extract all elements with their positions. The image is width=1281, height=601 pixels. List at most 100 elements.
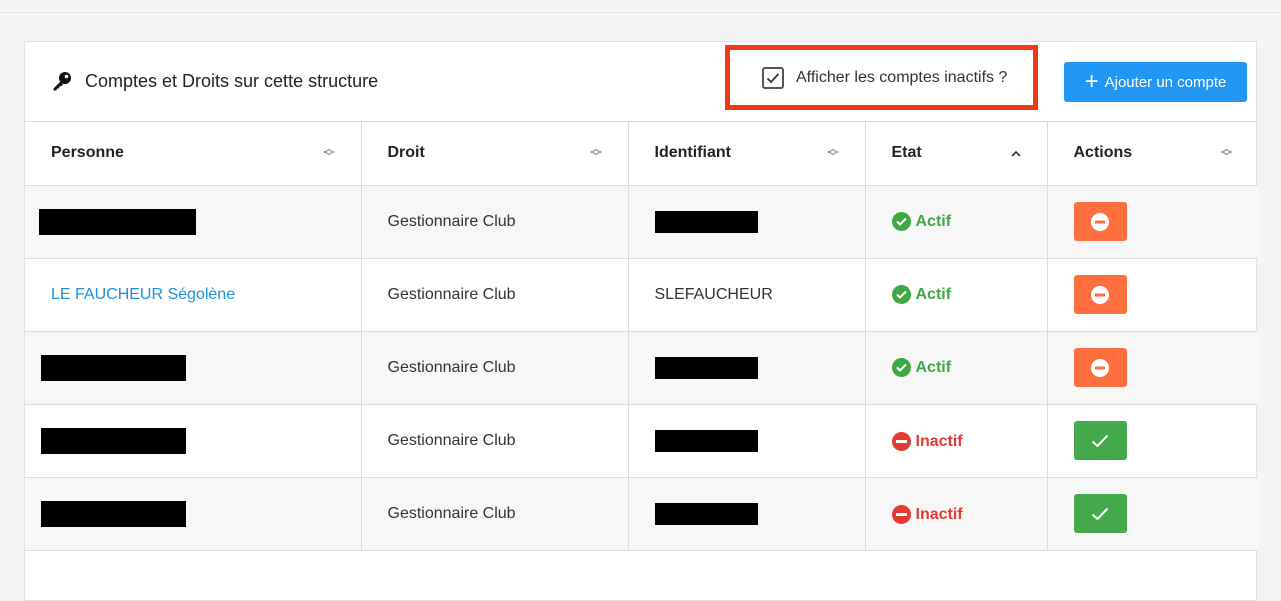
show-inactive-label: Afficher les comptes inactifs ? <box>796 68 1008 86</box>
show-inactive-toggle[interactable]: Afficher les comptes inactifs ? <box>725 45 1038 110</box>
column-label: Droit <box>387 144 425 162</box>
table-row: Gestionnaire Club Actif <box>25 331 1258 405</box>
cell-droit: Gestionnaire Club <box>361 331 629 405</box>
table-row: Gestionnaire Club Inactif <box>25 477 1258 551</box>
status-label: Inactif <box>915 505 963 523</box>
cell-etat: Actif <box>865 185 1048 259</box>
activate-account-button[interactable] <box>1073 421 1127 460</box>
plus-icon: + <box>1084 68 1099 95</box>
cell-droit: Gestionnaire Club <box>361 404 629 478</box>
login-value: SLEFAUCHEUR <box>654 285 773 303</box>
cell-etat: Actif <box>865 331 1048 405</box>
check-circle-icon <box>891 358 911 377</box>
cell-etat: Actif <box>865 258 1048 332</box>
deactivate-account-button[interactable] <box>1073 202 1127 241</box>
accounts-table: Personne ︿ ﹀ Droit ︿ ﹀ Identifiant ︿ ﹀ Etat <box>25 122 1258 551</box>
role-value: Gestionnaire Club <box>387 285 516 303</box>
column-label: Actions <box>1073 144 1133 162</box>
deactivate-account-button[interactable] <box>1073 348 1127 387</box>
cell-actions <box>1047 331 1258 405</box>
status-badge: Inactif <box>891 505 963 524</box>
cell-actions <box>1047 404 1258 478</box>
panel-header: Comptes et Droits sur cette structure Af… <box>25 42 1256 122</box>
role-value: Gestionnaire Club <box>387 504 516 522</box>
cell-identifiant: SLEFAUCHEUR <box>628 258 866 332</box>
cell-personne <box>25 331 362 405</box>
status-badge: Actif <box>891 358 952 377</box>
redacted-block <box>41 354 186 381</box>
checkmark-icon <box>766 72 780 83</box>
status-label: Actif <box>915 285 952 303</box>
sort-icon[interactable]: ︿ ﹀ <box>591 144 602 163</box>
cell-identifiant <box>628 404 866 478</box>
check-icon <box>1091 434 1109 447</box>
panel-title: Comptes et Droits sur cette structure <box>51 70 378 92</box>
cell-identifiant <box>628 185 866 259</box>
minus-circle-icon <box>891 505 911 524</box>
status-label: Actif <box>915 212 952 230</box>
cell-personne <box>25 404 362 478</box>
redacted-block <box>654 356 758 379</box>
column-header-actions[interactable]: Actions ︿ ﹀ <box>1047 122 1258 186</box>
minus-circle-icon <box>1091 285 1109 304</box>
cell-etat: Inactif <box>865 404 1048 478</box>
check-icon <box>1091 507 1109 520</box>
column-label: Personne <box>51 144 124 162</box>
status-badge: Actif <box>891 212 952 231</box>
minus-circle-icon <box>891 432 911 451</box>
key-icon <box>53 72 71 91</box>
top-divider <box>0 12 1281 13</box>
cell-droit: Gestionnaire Club <box>361 185 629 259</box>
table-row: LE FAUCHEUR Ségolène Gestionnaire Club S… <box>25 258 1258 332</box>
redacted-block <box>41 427 186 454</box>
redacted-block <box>654 210 758 233</box>
redacted-block <box>41 500 186 527</box>
panel-title-text: Comptes et Droits sur cette structure <box>85 70 379 91</box>
table-header-row: Personne ︿ ﹀ Droit ︿ ﹀ Identifiant ︿ ﹀ Etat <box>25 122 1258 186</box>
role-value: Gestionnaire Club <box>387 212 516 230</box>
column-header-etat[interactable]: Etat <box>865 122 1048 186</box>
add-account-button[interactable]: + Ajouter un compte <box>1064 62 1247 102</box>
cell-personne: LE FAUCHEUR Ségolène <box>25 258 362 332</box>
minus-circle-icon <box>1091 358 1109 377</box>
sort-ascending-icon[interactable] <box>1010 146 1021 160</box>
cell-etat: Inactif <box>865 477 1048 551</box>
column-header-personne[interactable]: Personne ︿ ﹀ <box>25 122 362 186</box>
check-circle-icon <box>891 285 911 304</box>
accounts-panel: Comptes et Droits sur cette structure Af… <box>24 41 1258 601</box>
status-label: Actif <box>915 358 952 376</box>
column-label: Identifiant <box>654 144 731 162</box>
cell-identifiant <box>628 331 866 405</box>
table-row: Gestionnaire Club Inactif <box>25 404 1258 478</box>
person-link[interactable]: LE FAUCHEUR Ségolène <box>51 286 235 303</box>
table-row: Gestionnaire Club Actif <box>25 185 1258 259</box>
add-account-label: Ajouter un compte <box>1104 73 1227 91</box>
deactivate-account-button[interactable] <box>1073 275 1127 314</box>
column-label: Etat <box>891 144 922 162</box>
column-header-droit[interactable]: Droit ︿ ﹀ <box>361 122 629 186</box>
cell-actions <box>1047 258 1258 332</box>
cell-actions <box>1047 477 1258 551</box>
minus-circle-icon <box>1091 212 1109 231</box>
status-badge: Inactif <box>891 432 963 451</box>
status-badge: Actif <box>891 285 952 304</box>
activate-account-button[interactable] <box>1073 494 1127 533</box>
sort-icon[interactable]: ︿ ﹀ <box>828 144 839 163</box>
redacted-block <box>39 208 196 235</box>
sort-icon[interactable]: ︿ ﹀ <box>324 144 335 163</box>
show-inactive-checkbox[interactable] <box>762 66 784 89</box>
role-value: Gestionnaire Club <box>387 431 516 449</box>
cell-identifiant <box>628 477 866 551</box>
cell-actions <box>1047 185 1258 259</box>
cell-droit: Gestionnaire Club <box>361 477 629 551</box>
cell-personne <box>25 477 362 551</box>
sort-icon[interactable]: ︿ ﹀ <box>1221 144 1232 163</box>
check-circle-icon <box>891 212 911 231</box>
redacted-block <box>654 429 758 452</box>
status-label: Inactif <box>915 432 963 450</box>
redacted-block <box>654 502 758 525</box>
cell-personne <box>25 185 362 259</box>
role-value: Gestionnaire Club <box>387 358 516 376</box>
cell-droit: Gestionnaire Club <box>361 258 629 332</box>
column-header-identifiant[interactable]: Identifiant ︿ ﹀ <box>628 122 866 186</box>
